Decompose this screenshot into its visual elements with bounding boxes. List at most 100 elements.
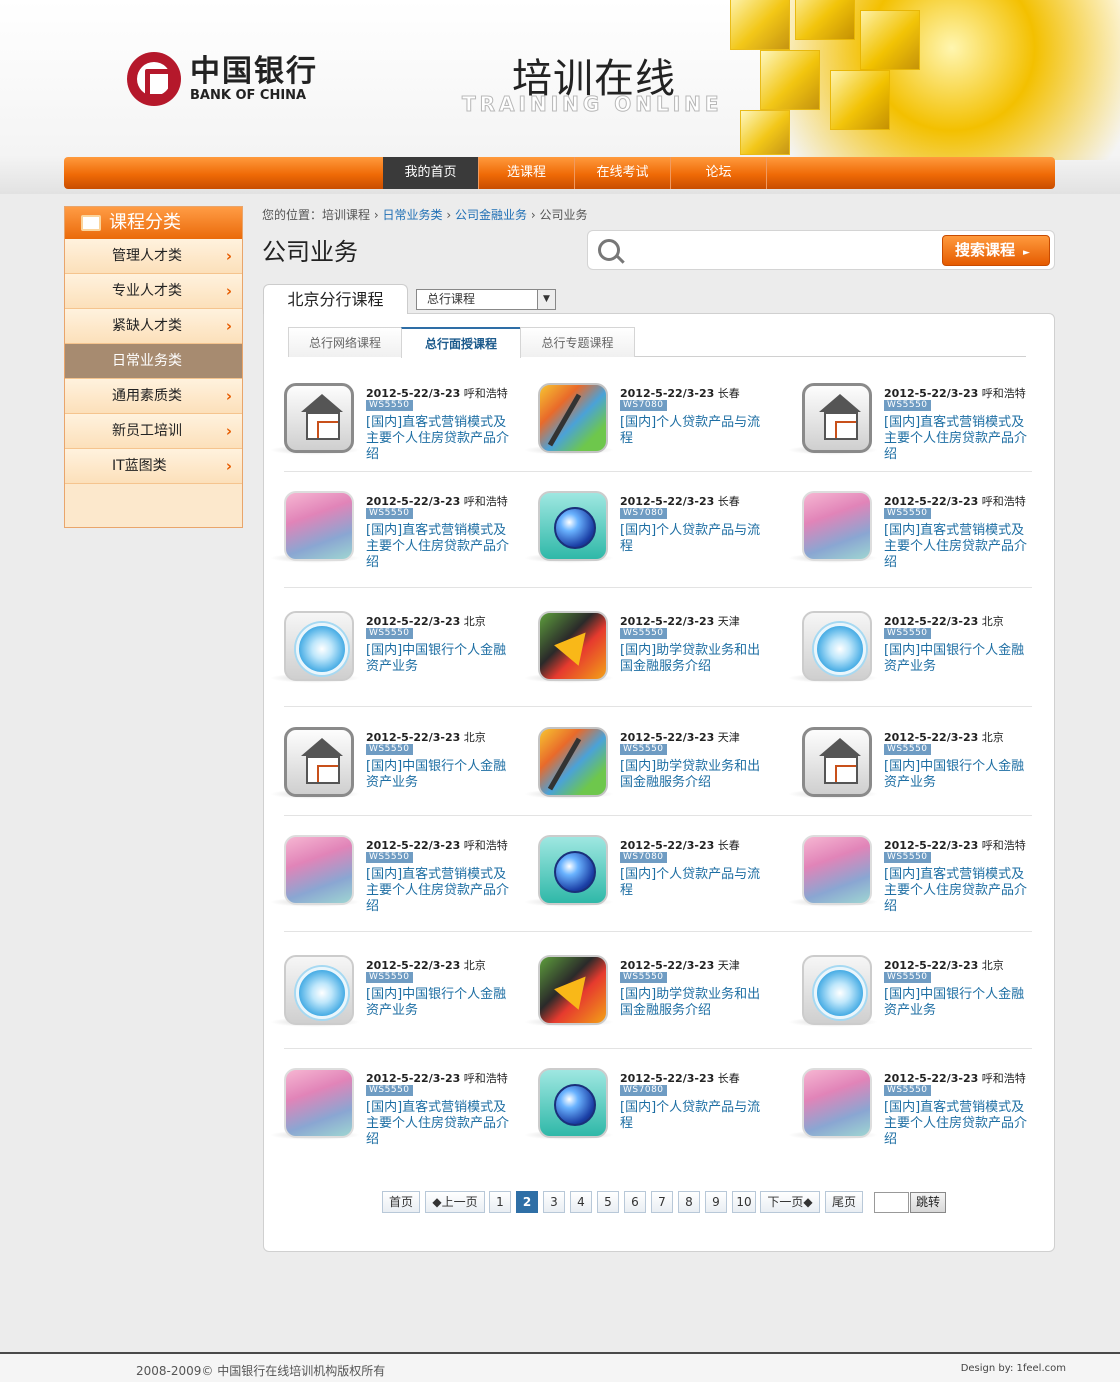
course-card[interactable]: 2012-5-22/3-23 呼和浩特 WS5550 [国内]直客式营销模式及主要个…	[270, 835, 526, 945]
sidebar-item-professional[interactable]: 专业人才类 ›	[65, 274, 242, 309]
course-card[interactable]: 2012-5-22/3-23 呼和浩特 WS5550 [国内]直客式营销模式及主要个…	[788, 1068, 1044, 1178]
course-card[interactable]: 2012-5-22/3-23 呼和浩特 WS5550 [国内]直客式营销模式及主要个…	[270, 383, 526, 493]
course-title-link[interactable]: [国内]中国银行个人金融资产业务	[884, 987, 1034, 1019]
course-title-link[interactable]: [国内]直客式营销模式及主要个人住房贷款产品介绍	[884, 415, 1034, 463]
subtab-online[interactable]: 总行网络课程	[288, 327, 402, 357]
course-card[interactable]: 2012-5-22/3-23 北京 WS5550 [国内]中国银行个人金融资产业务	[788, 727, 1044, 837]
gradient-icon[interactable]	[284, 835, 354, 905]
gradient-icon[interactable]	[284, 491, 354, 561]
house-icon[interactable]	[802, 727, 872, 797]
course-title-link[interactable]: [国内]直客式营销模式及主要个人住房贷款产品介绍	[884, 523, 1034, 571]
books-icon[interactable]	[538, 383, 608, 453]
page-number[interactable]: 8	[678, 1191, 700, 1213]
course-title-link[interactable]: [国内]直客式营销模式及主要个人住房贷款产品介绍	[366, 523, 516, 571]
course-card[interactable]: 2012-5-22/3-23 天津 WS5550 [国内]助学贷款业务和出国金融服务…	[524, 611, 780, 721]
page-number[interactable]: 9	[705, 1191, 727, 1213]
course-card[interactable]: 2012-5-22/3-23 北京 WS5550 [国内]中国银行个人金融资产业务	[270, 727, 526, 837]
sidebar-item-general-quality[interactable]: 通用素质类 ›	[65, 379, 242, 414]
course-date: 2012-5-22/3-23	[884, 1072, 979, 1085]
arrows-icon[interactable]	[538, 955, 608, 1025]
course-card[interactable]: 2012-5-22/3-23 呼和浩特 WS5550 [国内]直客式营销模式及主要个…	[788, 491, 1044, 601]
page-last-button[interactable]: 尾页	[825, 1191, 863, 1213]
course-city: 长春	[717, 387, 740, 400]
page-number[interactable]: 5	[597, 1191, 619, 1213]
globe-icon[interactable]	[538, 1068, 608, 1138]
breadcrumb-item[interactable]: 培训课程	[322, 208, 370, 222]
course-title-link[interactable]: [国内]助学贷款业务和出国金融服务介绍	[620, 987, 770, 1019]
course-title-link[interactable]: [国内]直客式营销模式及主要个人住房贷款产品介绍	[366, 1100, 516, 1148]
page-number[interactable]: 4	[570, 1191, 592, 1213]
course-title-link[interactable]: [国内]个人贷款产品与流程	[620, 415, 770, 447]
search-input[interactable]	[630, 235, 930, 265]
course-title-link[interactable]: [国内]直客式营销模式及主要个人住房贷款产品介绍	[366, 867, 516, 915]
breadcrumb-link[interactable]: 日常业务类	[383, 208, 443, 222]
sidebar-item-scarce[interactable]: 紧缺人才类 ›	[65, 309, 242, 344]
course-card[interactable]: 2012-5-22/3-23 长春 WS7080 [国内]个人贷款产品与流程	[524, 1068, 780, 1178]
nav-item-forum[interactable]: 论坛	[671, 157, 767, 189]
course-title-link[interactable]: [国内]助学贷款业务和出国金融服务介绍	[620, 643, 770, 675]
page-number[interactable]: 10	[732, 1191, 756, 1213]
sidebar-item-daily-business[interactable]: 日常业务类	[65, 344, 242, 379]
page-prev-button[interactable]: ◆上一页	[425, 1191, 485, 1213]
sidebar-item-new-employee[interactable]: 新员工培训 ›	[65, 414, 242, 449]
course-title-link[interactable]: [国内]中国银行个人金融资产业务	[366, 987, 516, 1019]
course-card[interactable]: 2012-5-22/3-23 长春 WS7080 [国内]个人贷款产品与流程	[524, 835, 780, 945]
course-title-link[interactable]: [国内]个人贷款产品与流程	[620, 867, 770, 899]
course-title-link[interactable]: [国内]直客式营销模式及主要个人住房贷款产品介绍	[884, 1100, 1034, 1148]
subtab-face-to-face[interactable]: 总行面授课程	[401, 327, 521, 358]
page-jump-button[interactable]: 跳转	[910, 1192, 946, 1213]
compass-icon[interactable]	[802, 611, 872, 681]
nav-item-home[interactable]: 我的首页	[383, 157, 479, 189]
page-number[interactable]: 7	[651, 1191, 673, 1213]
course-title-link[interactable]: [国内]中国银行个人金融资产业务	[366, 643, 516, 675]
page-number[interactable]: 1	[489, 1191, 511, 1213]
course-card[interactable]: 2012-5-22/3-23 呼和浩特 WS5550 [国内]直客式营销模式及主要个…	[788, 383, 1044, 493]
books-icon[interactable]	[538, 727, 608, 797]
sidebar-item-management[interactable]: 管理人才类 ›	[65, 239, 242, 274]
course-title-link[interactable]: [国内]助学贷款业务和出国金融服务介绍	[620, 759, 770, 791]
sidebar-item-it-blueprint[interactable]: IT蓝图类 ›	[65, 449, 242, 484]
course-title-link[interactable]: [国内]个人贷款产品与流程	[620, 1100, 770, 1132]
house-icon[interactable]	[284, 383, 354, 453]
arrows-icon[interactable]	[538, 611, 608, 681]
nav-item-select-course[interactable]: 选课程	[479, 157, 575, 189]
page-number-current[interactable]: 2	[516, 1191, 538, 1213]
house-icon[interactable]	[284, 727, 354, 797]
course-title-link[interactable]: [国内]中国银行个人金融资产业务	[884, 643, 1034, 675]
bank-logo[interactable]: 中国银行 BANK OF CHINA	[127, 52, 318, 106]
compass-icon[interactable]	[284, 611, 354, 681]
nav-item-online-exam[interactable]: 在线考试	[575, 157, 671, 189]
gradient-icon[interactable]	[802, 835, 872, 905]
course-card[interactable]: 2012-5-22/3-23 天津 WS5550 [国内]助学贷款业务和出国金融服务…	[524, 727, 780, 837]
course-source-select[interactable]: 总行课程 ▼	[416, 289, 556, 310]
course-title-link[interactable]: [国内]个人贷款产品与流程	[620, 523, 770, 555]
house-icon[interactable]	[802, 383, 872, 453]
course-card[interactable]: 2012-5-22/3-23 北京 WS5550 [国内]中国银行个人金融资产业务	[788, 611, 1044, 721]
compass-icon[interactable]	[802, 955, 872, 1025]
course-card[interactable]: 2012-5-22/3-23 呼和浩特 WS5550 [国内]直客式营销模式及主要个…	[788, 835, 1044, 945]
course-card[interactable]: 2012-5-22/3-23 北京 WS5550 [国内]中国银行个人金融资产业务	[270, 611, 526, 721]
breadcrumb-link[interactable]: 公司金融业务	[455, 208, 527, 222]
page-jump-input[interactable]	[874, 1192, 909, 1213]
globe-icon[interactable]	[538, 491, 608, 561]
page-number[interactable]: 6	[624, 1191, 646, 1213]
course-title-link[interactable]: [国内]直客式营销模式及主要个人住房贷款产品介绍	[884, 867, 1034, 915]
course-card[interactable]: 2012-5-22/3-23 长春 WS7080 [国内]个人贷款产品与流程	[524, 383, 780, 493]
course-title-link[interactable]: [国内]直客式营销模式及主要个人住房贷款产品介绍	[366, 415, 516, 463]
course-card[interactable]: 2012-5-22/3-23 呼和浩特 WS5550 [国内]直客式营销模式及主要个…	[270, 491, 526, 601]
course-card[interactable]: 2012-5-22/3-23 呼和浩特 WS5550 [国内]直客式营销模式及主要个…	[270, 1068, 526, 1178]
tab-beijing-branch[interactable]: 北京分行课程	[263, 284, 408, 314]
gradient-icon[interactable]	[284, 1068, 354, 1138]
globe-icon[interactable]	[538, 835, 608, 905]
course-card[interactable]: 2012-5-22/3-23 长春 WS7080 [国内]个人贷款产品与流程	[524, 491, 780, 601]
course-title-link[interactable]: [国内]中国银行个人金融资产业务	[884, 759, 1034, 791]
page-next-button[interactable]: 下一页◆	[760, 1191, 820, 1213]
compass-icon[interactable]	[284, 955, 354, 1025]
gradient-icon[interactable]	[802, 491, 872, 561]
subtab-special[interactable]: 总行专题课程	[520, 327, 635, 357]
search-course-button[interactable]: 搜索课程	[942, 235, 1050, 266]
page-number[interactable]: 3	[543, 1191, 565, 1213]
page-first-button[interactable]: 首页	[382, 1191, 420, 1213]
gradient-icon[interactable]	[802, 1068, 872, 1138]
course-title-link[interactable]: [国内]中国银行个人金融资产业务	[366, 759, 516, 791]
